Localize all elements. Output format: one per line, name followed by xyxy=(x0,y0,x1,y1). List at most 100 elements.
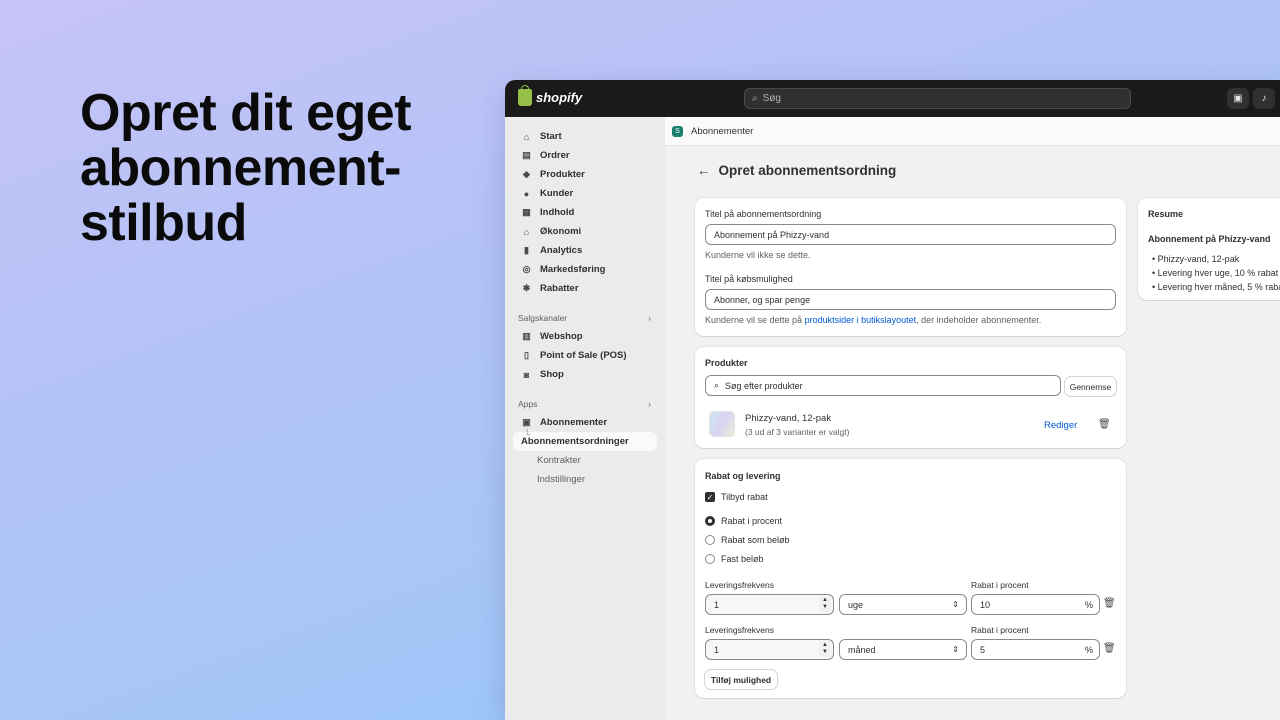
sidebar-item-marketing[interactable]: ◎ Markedsføring xyxy=(513,260,657,279)
section-label: Salgskanaler xyxy=(518,313,568,323)
sidebar-item-label: Shop xyxy=(540,369,564,380)
button-label: Tilføj mulighed xyxy=(710,674,772,685)
discount-icon: ✱ xyxy=(522,283,531,293)
plan-title-input[interactable]: Abonnement på Phizzy-vand xyxy=(705,224,1116,245)
checkbox-label: Tilbyd rabat xyxy=(721,492,768,502)
frequency-input[interactable]: 1 ▲ ▼ xyxy=(705,594,834,615)
sidebar-item-shop[interactable]: ◙ Shop xyxy=(513,365,657,384)
admin-window: shopify ⌕ Søg ▣ ♪ ⌂ Start ▤ Ordrer ◆ Produk… xyxy=(505,80,1280,720)
target-icon: ◎ xyxy=(522,264,531,274)
radio-fixed[interactable]: Fast beløb xyxy=(705,554,764,564)
frequency-unit-select[interactable]: uge ⇕ xyxy=(839,594,967,615)
home-icon: ⌂ xyxy=(523,131,530,142)
sidebar-item-content[interactable]: ▦ Indhold xyxy=(513,203,657,222)
sidebar-item-orders[interactable]: ▤ Ordrer xyxy=(513,146,657,165)
hero-line-3: stilbud xyxy=(80,194,247,252)
brand-wordmark: shopify xyxy=(536,90,583,105)
product-search-input[interactable]: ⌕ Søg efter produkter xyxy=(705,375,1061,396)
apps-heading[interactable]: Apps › xyxy=(518,399,651,409)
plan-title-label: Titel på abonnementsordning xyxy=(705,209,822,219)
bell-icon[interactable]: ♪ xyxy=(1253,88,1275,109)
back-arrow-icon[interactable]: ← xyxy=(697,163,711,178)
shop-icon: ◙ xyxy=(523,369,530,380)
select-value: uge xyxy=(848,599,864,610)
trash-icon[interactable]: 🗑 xyxy=(1103,643,1116,654)
radio-indicator xyxy=(705,554,715,564)
percent-input[interactable]: 10% xyxy=(971,594,1100,615)
percent-label: Rabat i procent xyxy=(971,625,1029,635)
page-title: Opret abonnementsordning xyxy=(718,163,897,178)
stepper-icon[interactable]: ▲ ▼ xyxy=(819,642,831,657)
radio-percent[interactable]: Rabat i procent xyxy=(705,516,782,526)
sidebar-item-label: Ordrer xyxy=(540,150,570,161)
shopify-logo[interactable]: shopify xyxy=(518,85,583,106)
sidebar-item-label: Markedsføring xyxy=(540,264,606,275)
summary-heading: Resume xyxy=(1148,209,1184,219)
sidebar-item-products[interactable]: ◆ Produkter xyxy=(513,165,657,184)
image-icon: ▦ xyxy=(522,207,531,217)
global-search-input[interactable]: ⌕ Søg xyxy=(744,88,1131,109)
sidebar-item-discounts[interactable]: ✱ Rabatter xyxy=(513,279,657,298)
top-bar: shopify ⌕ Søg ▣ ♪ xyxy=(505,80,1280,117)
sidebar-item-settings[interactable]: Indstillinger xyxy=(513,470,657,489)
sidebar-item-label: Analytics xyxy=(540,245,583,256)
sidebar-item-subscriptions[interactable]: ▣ Abonnementer xyxy=(513,413,657,432)
sidebar-item-contracts[interactable]: Kontrakter xyxy=(513,451,657,470)
radio-indicator xyxy=(705,516,715,526)
input-value: 1 xyxy=(714,644,720,655)
browse-button[interactable]: Gennemse xyxy=(1065,377,1116,396)
radio-amount[interactable]: Rabat som beløb xyxy=(705,535,790,545)
frequency-unit-select[interactable]: måned ⇕ xyxy=(839,639,967,660)
search-placeholder: Søg xyxy=(762,93,781,104)
trash-icon[interactable]: 🗑 xyxy=(1098,419,1111,430)
sidebar-item-label: Abonnementer xyxy=(540,417,608,428)
sidebar-item-pos[interactable]: ▯ Point of Sale (POS) xyxy=(513,346,657,365)
frequency-label: Leveringsfrekvens xyxy=(705,580,774,590)
option-title-help: Kunderne vil se dette på produktsider i … xyxy=(705,315,1041,325)
store-icon[interactable]: ▣ xyxy=(1227,88,1249,109)
summary-item-text: Levering hver måned, 5 % rabat xyxy=(1157,282,1280,292)
input-value: 5 xyxy=(980,644,986,655)
sales-channels-heading[interactable]: Salgskanaler › xyxy=(518,313,651,323)
product-thumbnail xyxy=(709,411,735,437)
product-pages-link[interactable]: produktsider i butikslayoutet xyxy=(805,315,917,325)
tag-icon: ◆ xyxy=(523,169,530,179)
summary-card: Resume Abonnement på Phizzy-vand • Phizz… xyxy=(1138,198,1280,300)
stepper-icon[interactable]: ▲ ▼ xyxy=(819,597,831,612)
frequency-input[interactable]: 1 ▲ ▼ xyxy=(705,639,834,660)
summary-item: • Phizzy-vand, 12-pak xyxy=(1152,254,1240,264)
radio-label: Rabat i procent xyxy=(721,516,783,526)
sidebar-item-analytics[interactable]: ▮ Analytics xyxy=(513,241,657,260)
sidebar-item-subscription-plans[interactable]: └ Abonnementsordninger xyxy=(513,429,657,451)
add-option-button[interactable]: Tilføj mulighed xyxy=(705,670,777,689)
option-title-input[interactable]: Abonner, og spar penge xyxy=(705,289,1116,310)
sidebar-item-webshop[interactable]: ▥ Webshop xyxy=(513,327,657,346)
percent-input[interactable]: 5% xyxy=(971,639,1100,660)
sidebar-item-finance[interactable]: ⌂ Økonomi xyxy=(513,222,657,241)
person-icon: ● xyxy=(523,188,530,199)
app-title: Abonnementer xyxy=(691,125,754,137)
summary-item: • Levering hver måned, 5 % rabat xyxy=(1152,280,1280,294)
input-value: 10 xyxy=(980,599,991,610)
sidebar-item-label: Start xyxy=(540,131,562,142)
chart-icon: ▮ xyxy=(524,245,529,255)
radio-label: Rabat som beløb xyxy=(721,535,790,545)
edit-product-link[interactable]: Rediger xyxy=(1044,420,1077,431)
summary-list: • Phizzy-vand, 12-pak • Levering hver ug… xyxy=(1152,252,1280,294)
pos-icon: ▯ xyxy=(524,350,529,360)
subscriptions-app-icon: ▣ xyxy=(522,417,531,427)
sidebar: ⌂ Start ▤ Ordrer ◆ Produkter ● Kunder ▦ Indho… xyxy=(505,117,665,720)
products-card: Produkter ⌕ Søg efter produkter Gennemse … xyxy=(695,347,1126,448)
offer-discount-checkbox[interactable]: ✓ Tilbyd rabat xyxy=(705,492,768,502)
trash-icon[interactable]: 🗑 xyxy=(1103,598,1116,609)
sidebar-item-label: Webshop xyxy=(540,331,583,342)
frequency-label: Leveringsfrekvens xyxy=(705,625,774,635)
sidebar-item-label: Kunder xyxy=(540,188,574,199)
sidebar-item-customers[interactable]: ● Kunder xyxy=(513,184,657,203)
discount-heading: Rabat og levering xyxy=(705,471,781,481)
sidebar-item-start[interactable]: ⌂ Start xyxy=(513,127,657,146)
summary-item: • Levering hver uge, 10 % rabat xyxy=(1152,268,1279,278)
input-value: Abonnement på Phizzy-vand xyxy=(714,229,830,240)
section-label: Apps xyxy=(518,399,538,409)
input-value: Abonner, og spar penge xyxy=(714,294,811,305)
